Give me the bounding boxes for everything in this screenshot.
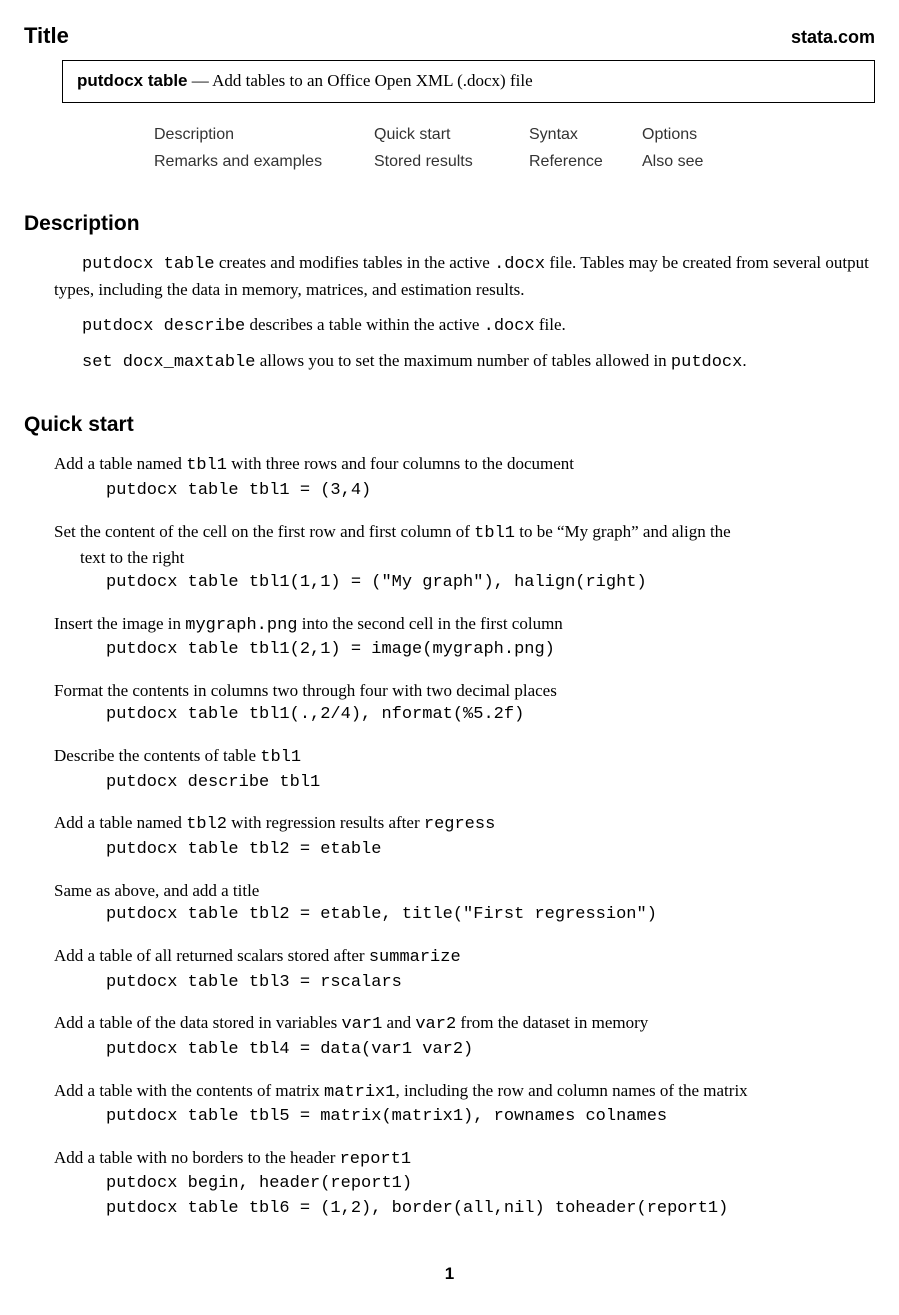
toc-link-reference[interactable]: Reference: [529, 148, 642, 175]
text: and: [382, 1013, 415, 1032]
quickstart-desc: Set the content of the cell on the first…: [54, 520, 875, 547]
quickstart-item: Format the contents in columns two throu…: [54, 679, 875, 728]
quickstart-code: putdocx table tbl2 = etable, title("Firs…: [106, 903, 875, 928]
toc-link-stored[interactable]: Stored results: [374, 148, 529, 175]
quickstart-desc: Add a table with no borders to the heade…: [54, 1146, 875, 1173]
quickstart-desc: Describe the contents of table tbl1: [54, 744, 875, 771]
toc-link-options[interactable]: Options: [642, 121, 752, 148]
quickstart-item: Add a table with no borders to the heade…: [54, 1146, 875, 1222]
text: Set the content of the cell on the first…: [54, 522, 474, 541]
quickstart-desc: Add a table of the data stored in variab…: [54, 1011, 875, 1038]
quickstart-code: putdocx describe tbl1: [106, 771, 875, 796]
section-heading-quickstart: Quick start: [24, 410, 875, 440]
code-inline: putdocx table: [82, 255, 215, 274]
quickstart-desc: Add a table named tbl1 with three rows a…: [54, 452, 875, 479]
code-inline: putdocx: [671, 353, 742, 372]
header-row: Title stata.com: [24, 20, 875, 52]
text: Insert the image in: [54, 614, 185, 633]
toc-row: Description Quick start Syntax Options: [154, 121, 875, 148]
quickstart-code: putdocx table tbl1(.,2/4), nformat(%5.2f…: [106, 703, 875, 728]
toc-link-remarks[interactable]: Remarks and examples: [154, 148, 374, 175]
code-inline: tbl1: [186, 456, 227, 475]
quickstart-code: putdocx table tbl1(2,1) = image(mygraph.…: [106, 638, 875, 663]
quickstart-desc: Add a table named tbl2 with regression r…: [54, 811, 875, 838]
toc-row: Remarks and examples Stored results Refe…: [154, 148, 875, 175]
quickstart-item: Set the content of the cell on the first…: [54, 520, 875, 596]
code-inline: summarize: [369, 948, 461, 967]
text: Same as above, and add a title: [54, 881, 259, 900]
title-command: putdocx table: [77, 71, 188, 90]
code-inline: matrix1: [324, 1083, 395, 1102]
text: file.: [535, 315, 566, 334]
quickstart-desc-cont: text to the right: [80, 546, 875, 571]
text: describes a table within the active: [245, 315, 483, 334]
quickstart-code: putdocx table tbl3 = rscalars: [106, 971, 875, 996]
text: Format the contents in columns two throu…: [54, 681, 557, 700]
code-inline: report1: [340, 1150, 411, 1169]
title-box: putdocx table — Add tables to an Office …: [62, 60, 875, 103]
quickstart-code: putdocx table tbl4 = data(var1 var2): [106, 1038, 875, 1063]
page-number: 1: [24, 1262, 875, 1287]
quickstart-item: Add a table of all returned scalars stor…: [54, 944, 875, 995]
code-inline: regress: [424, 815, 495, 834]
description-para-1: putdocx table creates and modifies table…: [54, 251, 875, 302]
toc-link-quickstart[interactable]: Quick start: [374, 121, 529, 148]
text: with regression results after: [227, 813, 424, 832]
quickstart-code: putdocx table tbl5 = matrix(matrix1), ro…: [106, 1105, 875, 1130]
toc-link-syntax[interactable]: Syntax: [529, 121, 642, 148]
toc: Description Quick start Syntax Options R…: [154, 121, 875, 175]
code-inline: set docx_maxtable: [82, 353, 255, 372]
text: Add a table with the contents of matrix: [54, 1081, 324, 1100]
code-inline: tbl1: [260, 748, 301, 767]
quickstart-item: Describe the contents of table tbl1putdo…: [54, 744, 875, 795]
code-inline: var2: [415, 1015, 456, 1034]
text: to be “My graph” and align the: [515, 522, 731, 541]
text: Add a table with no borders to the heade…: [54, 1148, 340, 1167]
text: from the dataset in memory: [456, 1013, 648, 1032]
description-para-2: putdocx describe describes a table withi…: [54, 313, 875, 340]
text: Add a table named: [54, 454, 186, 473]
toc-link-alsosee[interactable]: Also see: [642, 148, 752, 175]
code-inline: putdocx describe: [82, 317, 245, 336]
quickstart-code: putdocx table tbl1(1,1) = ("My graph"), …: [106, 571, 875, 596]
text: .: [742, 351, 746, 370]
quickstart-desc: Add a table with the contents of matrix …: [54, 1079, 875, 1106]
code-inline: .docx: [484, 317, 535, 336]
quickstart-item: Add a table of the data stored in variab…: [54, 1011, 875, 1062]
quickstart-desc: Add a table of all returned scalars stor…: [54, 944, 875, 971]
text: into the second cell in the first column: [297, 614, 562, 633]
quickstart-item: Add a table with the contents of matrix …: [54, 1079, 875, 1130]
text: Add a table of all returned scalars stor…: [54, 946, 369, 965]
code-inline: var1: [341, 1015, 382, 1034]
title-dash: —: [188, 71, 213, 90]
title-label: Title: [24, 20, 69, 52]
code-inline: mygraph.png: [185, 616, 297, 635]
text: Describe the contents of table: [54, 746, 260, 765]
quickstart-item: Same as above, and add a title putdocx ta…: [54, 879, 875, 928]
code-inline: tbl1: [474, 524, 515, 543]
quickstart-desc: Same as above, and add a title: [54, 879, 875, 904]
text: Add a table of the data stored in variab…: [54, 1013, 341, 1032]
quickstart-item: Insert the image in mygraph.png into the…: [54, 612, 875, 663]
brand-link[interactable]: stata.com: [791, 24, 875, 50]
description-para-3: set docx_maxtable allows you to set the …: [54, 349, 875, 376]
text: Add a table named: [54, 813, 186, 832]
text: , including the row and column names of …: [395, 1081, 747, 1100]
title-subtitle: Add tables to an Office Open XML (.docx)…: [212, 71, 533, 90]
text: with three rows and four columns to the …: [227, 454, 574, 473]
quickstart-item: Add a table named tbl2 with regression r…: [54, 811, 875, 862]
text: allows you to set the maximum number of …: [255, 351, 670, 370]
quickstart-code: putdocx begin, header(report1) putdocx t…: [106, 1172, 875, 1221]
quickstart-desc: Format the contents in columns two throu…: [54, 679, 875, 704]
quickstart-item: Add a table named tbl1 with three rows a…: [54, 452, 875, 503]
text: creates and modifies tables in the activ…: [215, 253, 494, 272]
section-heading-description: Description: [24, 209, 875, 239]
code-inline: tbl2: [186, 815, 227, 834]
toc-link-description[interactable]: Description: [154, 121, 374, 148]
quickstart-code: putdocx table tbl1 = (3,4): [106, 479, 875, 504]
code-inline: .docx: [494, 255, 545, 274]
quickstart-code: putdocx table tbl2 = etable: [106, 838, 875, 863]
quickstart-desc: Insert the image in mygraph.png into the…: [54, 612, 875, 639]
quickstart-list: Add a table named tbl1 with three rows a…: [24, 452, 875, 1221]
